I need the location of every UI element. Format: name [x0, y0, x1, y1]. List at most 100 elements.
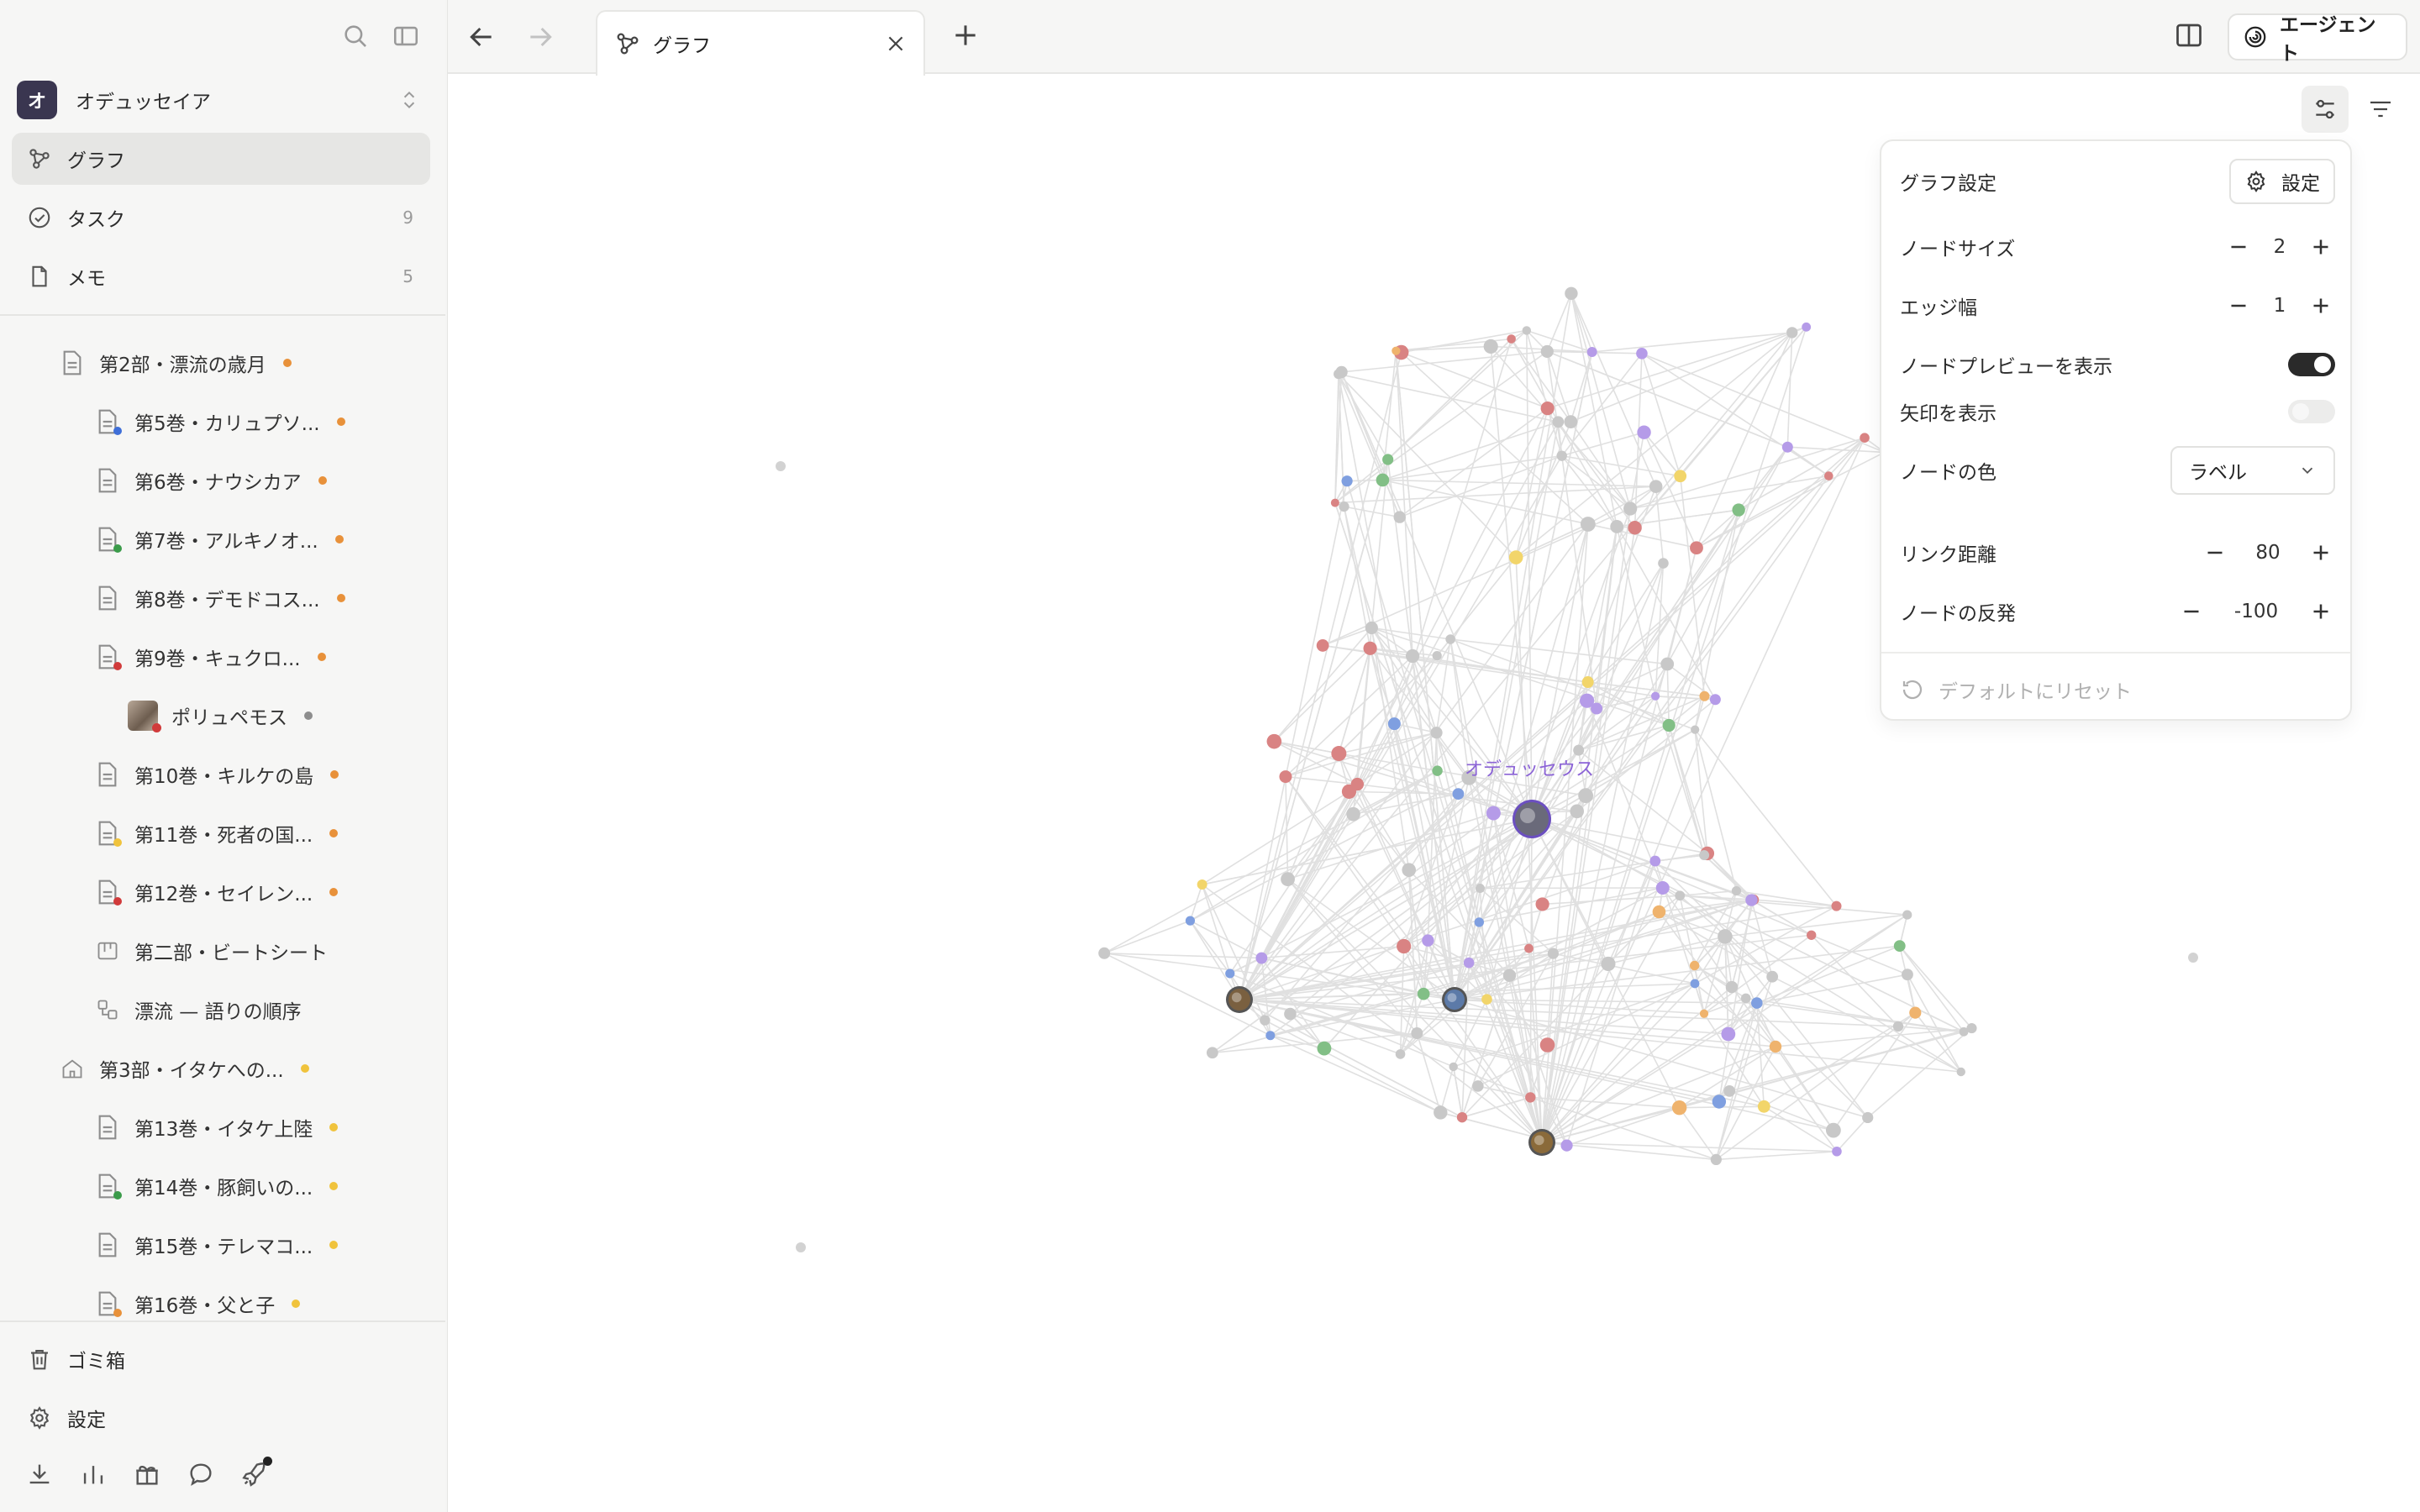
node-color-select[interactable]: ラベル — [2170, 446, 2335, 495]
graph-edge — [1678, 1107, 1718, 1160]
link-distance-value: 80 — [2255, 542, 2281, 564]
split-view-icon[interactable] — [2174, 20, 2204, 50]
minus-icon[interactable] — [2224, 233, 2253, 261]
reset-label: デフォルトにリセット — [1939, 681, 2132, 703]
status-dot — [329, 1241, 339, 1249]
nav-item-settings[interactable]: 設定 — [12, 1393, 430, 1443]
close-icon[interactable] — [885, 33, 907, 55]
minus-icon[interactable] — [2201, 538, 2229, 567]
node-size-row: ノードサイズ 2 — [1900, 223, 2335, 270]
graph-node — [1766, 970, 1779, 983]
tab-graph[interactable]: グラフ — [596, 10, 925, 76]
gift-icon[interactable] — [133, 1460, 161, 1488]
agent-button[interactable]: エージェント — [2228, 13, 2407, 65]
node-color-label: ノードの色 — [1900, 462, 1996, 484]
edge-width-value: 1 — [2273, 295, 2286, 317]
graph-node — [1341, 475, 1353, 487]
nav-item-tasks[interactable]: タスク 9 — [12, 192, 430, 244]
plus-icon[interactable] — [2307, 233, 2335, 261]
plus-icon[interactable] — [2307, 597, 2335, 626]
graph-node — [1098, 947, 1111, 959]
graph-node — [1279, 770, 1292, 784]
graph-node — [1539, 1037, 1555, 1053]
tree-item[interactable]: 第5巻・カリュプソ... — [96, 403, 345, 440]
tree-item[interactable]: 第12巻・セイレン... — [96, 874, 339, 911]
agent-spiral-icon — [2243, 24, 2268, 50]
graph-node — [1902, 910, 1912, 920]
tree-item[interactable]: 第13巻・イタケ上陸 — [96, 1109, 339, 1146]
search-icon[interactable] — [341, 22, 370, 50]
nav-item-notes[interactable]: メモ 5 — [12, 250, 430, 302]
minus-icon[interactable] — [2224, 291, 2253, 320]
plus-icon[interactable] — [2307, 538, 2335, 567]
tree-item[interactable]: 第3部・イタケへの... — [60, 1050, 309, 1087]
repulsion-row: ノードの反発 -100 — [1900, 588, 2335, 635]
workspace-switcher[interactable]: オ オデュッセイア — [17, 81, 420, 119]
graph-node — [1417, 987, 1430, 1000]
tree-item[interactable]: 第10巻・キルケの島 — [96, 756, 339, 793]
nav-item-count: 9 — [402, 207, 413, 228]
tree-item[interactable]: 第15巻・テレマコ... — [96, 1226, 339, 1263]
plus-icon[interactable] — [2307, 291, 2335, 320]
status-dot — [334, 535, 344, 543]
graph-node — [1581, 676, 1594, 689]
graph-node — [1601, 956, 1616, 972]
rocket-icon[interactable] — [240, 1457, 272, 1488]
tree-item-label: 第15巻・テレマコ... — [134, 1236, 313, 1258]
graph-node — [1712, 1095, 1727, 1109]
graph-node-orphan — [796, 1242, 806, 1252]
tree-item[interactable]: 第7巻・アルキノオ... — [96, 521, 344, 558]
tree-item[interactable]: 第8巻・デモドコス... — [96, 580, 345, 617]
nav-item-trash[interactable]: ゴミ箱 — [12, 1334, 430, 1384]
graph-edge — [1334, 486, 1656, 504]
node-preview-label: ノードプレビューを表示 — [1900, 356, 2112, 378]
tree-item[interactable]: ポリュペモス — [128, 697, 313, 734]
graph-edge — [1641, 353, 1829, 477]
graph-node — [1432, 650, 1442, 661]
new-tab-plus-icon[interactable] — [949, 18, 982, 52]
tree-item[interactable]: 第16巻・父と子 — [96, 1285, 301, 1322]
tree-item[interactable]: 第6巻・ナウシカア — [96, 462, 327, 499]
graph-edge — [1399, 407, 1549, 518]
back-arrow-icon[interactable] — [465, 20, 498, 54]
graph-node — [1481, 994, 1492, 1005]
tree-item[interactable]: 第11巻・死者の国... — [96, 815, 339, 852]
download-icon[interactable] — [25, 1460, 54, 1488]
nav-item-graph[interactable]: グラフ — [12, 133, 430, 185]
graph-node — [1655, 880, 1670, 895]
gear-icon — [27, 1405, 52, 1431]
graph-node — [1628, 521, 1642, 535]
reset-defaults-button[interactable]: デフォルトにリセット — [1900, 669, 2132, 711]
check-circle-icon — [27, 205, 52, 230]
graph-icon — [614, 30, 641, 57]
sidebar-toggle-icon[interactable] — [392, 22, 420, 50]
graph-node — [1956, 1067, 1965, 1077]
graph-node — [1456, 1111, 1468, 1123]
forward-arrow-icon[interactable] — [523, 20, 557, 54]
graph-node — [1909, 1006, 1922, 1019]
graph-node — [1393, 511, 1406, 523]
tree-item-label: 第3部・イタケへの... — [99, 1060, 284, 1082]
graph-node — [1769, 1040, 1782, 1053]
graph-node — [1346, 806, 1360, 822]
minus-icon[interactable] — [2177, 597, 2206, 626]
tree-item[interactable]: 第二部・ビートシート — [96, 932, 328, 969]
chat-bubble-icon[interactable] — [187, 1460, 215, 1488]
tree-item[interactable]: 第9巻・キュクロ... — [96, 638, 326, 675]
tree-item[interactable]: 第14巻・豚飼いの... — [96, 1168, 339, 1205]
tree-item[interactable]: 漂流 — 語りの順序 — [96, 991, 302, 1028]
graph-node — [1781, 441, 1793, 453]
link-distance-label: リンク距離 — [1900, 544, 1996, 566]
graph-node — [1206, 1047, 1218, 1059]
bar-chart-icon[interactable] — [79, 1460, 108, 1488]
tree-item[interactable]: 第2部・漂流の歳月 — [60, 344, 292, 381]
graph-node — [1652, 905, 1666, 919]
arrows-toggle[interactable] — [2288, 400, 2335, 423]
graph-node — [1255, 952, 1268, 964]
graph-node — [1474, 917, 1485, 927]
graph-edge — [1666, 664, 1670, 726]
node-preview-toggle[interactable] — [2288, 353, 2335, 376]
nav-item-count: 5 — [402, 266, 413, 286]
settings-button[interactable]: 設定 — [2229, 159, 2335, 204]
graph-node — [1699, 850, 1710, 861]
